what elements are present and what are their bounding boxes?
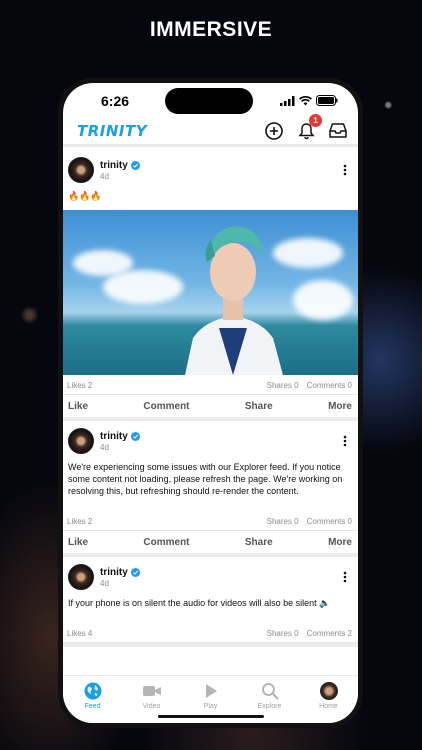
feed-post: trinity 4d If your phone is on silent th… bbox=[63, 557, 358, 647]
header-actions: 1 bbox=[264, 113, 348, 141]
vertical-dots-icon bbox=[343, 435, 347, 447]
author-info: trinity 4d bbox=[100, 567, 338, 588]
post-text: We're experiencing some issues with our … bbox=[68, 462, 343, 496]
tab-label: Play bbox=[203, 703, 218, 710]
post-header: trinity 4d bbox=[63, 557, 358, 591]
wifi-icon bbox=[299, 95, 312, 105]
author-info: trinity 4d bbox=[100, 160, 338, 181]
author-info: trinity 4d bbox=[100, 431, 338, 452]
more-button[interactable]: More bbox=[328, 537, 352, 548]
share-button[interactable]: Share bbox=[245, 401, 273, 412]
post-options-button[interactable] bbox=[338, 163, 352, 177]
home-indicator bbox=[157, 715, 264, 718]
tab-label: Explore bbox=[257, 703, 282, 710]
shares-count: Shares 0 bbox=[266, 517, 299, 526]
likes-count[interactable]: Likes 4 bbox=[67, 629, 92, 638]
author-line: trinity bbox=[100, 160, 338, 171]
post-options-button[interactable] bbox=[338, 434, 352, 448]
app-screen: 6:26 TRINITY 1 trinity 4d 🔥🔥🔥 Likes 2 Sh… bbox=[63, 83, 358, 723]
comment-button[interactable]: Comment bbox=[143, 401, 189, 412]
post-header: trinity 4d bbox=[63, 150, 358, 184]
author-avatar[interactable] bbox=[68, 564, 94, 590]
status-bar: 6:26 bbox=[63, 83, 358, 117]
likes-count[interactable]: Likes 2 bbox=[67, 381, 92, 390]
comments-count[interactable]: Comments 0 bbox=[307, 381, 352, 390]
status-icons bbox=[280, 95, 338, 106]
comments-count[interactable]: Comments 2 bbox=[307, 629, 352, 638]
play-icon bbox=[205, 684, 217, 698]
author-name[interactable]: trinity bbox=[100, 160, 128, 171]
plus-circle-icon bbox=[265, 121, 283, 140]
cloud-shape bbox=[103, 270, 183, 304]
post-stats: Likes 2 Shares 0 Comments 0 bbox=[63, 375, 358, 395]
dynamic-island bbox=[165, 88, 253, 114]
likes-count[interactable]: Likes 2 bbox=[67, 517, 92, 526]
post-text: 🔥🔥🔥 bbox=[68, 191, 102, 201]
share-button[interactable]: Share bbox=[245, 537, 273, 548]
author-line: trinity bbox=[100, 567, 338, 578]
inbox-button[interactable] bbox=[328, 121, 348, 141]
promo-headline: IMMERSIVE bbox=[149, 18, 273, 41]
shares-count: Shares 0 bbox=[266, 629, 299, 638]
post-actions: Like Comment Share More bbox=[63, 395, 358, 417]
signal-icon bbox=[280, 95, 295, 106]
post-text: If your phone is on silent the audio for… bbox=[68, 598, 331, 608]
status-time: 6:26 bbox=[101, 93, 130, 109]
more-button[interactable]: More bbox=[328, 401, 352, 412]
notification-badge: 1 bbox=[309, 113, 322, 127]
portrait-figure bbox=[185, 226, 283, 375]
author-avatar[interactable] bbox=[68, 428, 94, 454]
create-post-button[interactable] bbox=[264, 121, 284, 141]
post-options-button[interactable] bbox=[338, 570, 352, 584]
notifications-button[interactable]: 1 bbox=[296, 113, 322, 141]
post-actions: Like Comment Share More bbox=[63, 531, 358, 553]
tab-home[interactable]: Home bbox=[307, 682, 351, 723]
post-age: 4d bbox=[100, 442, 109, 452]
video-camera-icon bbox=[142, 686, 161, 696]
stats-right: Shares 0 Comments 0 bbox=[267, 517, 352, 526]
comment-button[interactable]: Comment bbox=[143, 537, 189, 548]
vertical-dots-icon bbox=[343, 571, 347, 583]
verified-badge-icon bbox=[130, 431, 140, 441]
tab-label: Video bbox=[142, 703, 161, 710]
feed-post: trinity 4d 🔥🔥🔥 Likes 2 Shares 0 Comments… bbox=[63, 150, 358, 421]
post-stats: Likes 2 Shares 0 Comments 0 bbox=[63, 511, 358, 531]
comments-count[interactable]: Comments 0 bbox=[307, 517, 352, 526]
author-line: trinity bbox=[100, 431, 338, 442]
post-image[interactable] bbox=[63, 210, 358, 375]
author-name[interactable]: trinity bbox=[100, 431, 128, 442]
stats-right: Shares 0 Comments 0 bbox=[267, 381, 352, 390]
post-stats: Likes 4 Shares 0 Comments 2 bbox=[63, 623, 358, 643]
cloud-shape bbox=[293, 280, 353, 320]
app-header: TRINITY 1 bbox=[63, 113, 358, 147]
author-name[interactable]: trinity bbox=[100, 567, 128, 578]
vertical-dots-icon bbox=[343, 164, 347, 176]
bottom-tab-bar: Feed Video Play Explore Home bbox=[63, 675, 358, 723]
tab-label: Feed bbox=[84, 703, 101, 710]
like-button[interactable]: Like bbox=[68, 537, 88, 548]
feed-post: trinity 4d We're experiencing some issue… bbox=[63, 421, 358, 557]
post-age: 4d bbox=[100, 578, 109, 588]
verified-badge-icon bbox=[130, 567, 140, 577]
stats-right: Shares 0 Comments 2 bbox=[267, 629, 352, 638]
search-icon bbox=[261, 683, 279, 700]
tab-label: Home bbox=[319, 703, 338, 710]
verified-badge-icon bbox=[130, 160, 140, 170]
profile-avatar-icon bbox=[319, 682, 338, 700]
inbox-tray-icon bbox=[329, 123, 347, 138]
battery-icon bbox=[316, 95, 338, 106]
feed-list[interactable]: trinity 4d 🔥🔥🔥 Likes 2 Shares 0 Comments… bbox=[63, 150, 358, 675]
tab-feed[interactable]: Feed bbox=[71, 682, 115, 723]
phone-frame: 6:26 TRINITY 1 trinity 4d 🔥🔥🔥 Likes 2 Sh… bbox=[58, 78, 363, 728]
like-button[interactable]: Like bbox=[68, 401, 88, 412]
author-avatar[interactable] bbox=[68, 157, 94, 183]
post-age: 4d bbox=[100, 171, 109, 181]
globe-icon bbox=[84, 682, 101, 700]
post-header: trinity 4d bbox=[63, 421, 358, 455]
shares-count: Shares 0 bbox=[266, 381, 299, 390]
trinity-logo[interactable]: TRINITY bbox=[77, 122, 147, 140]
